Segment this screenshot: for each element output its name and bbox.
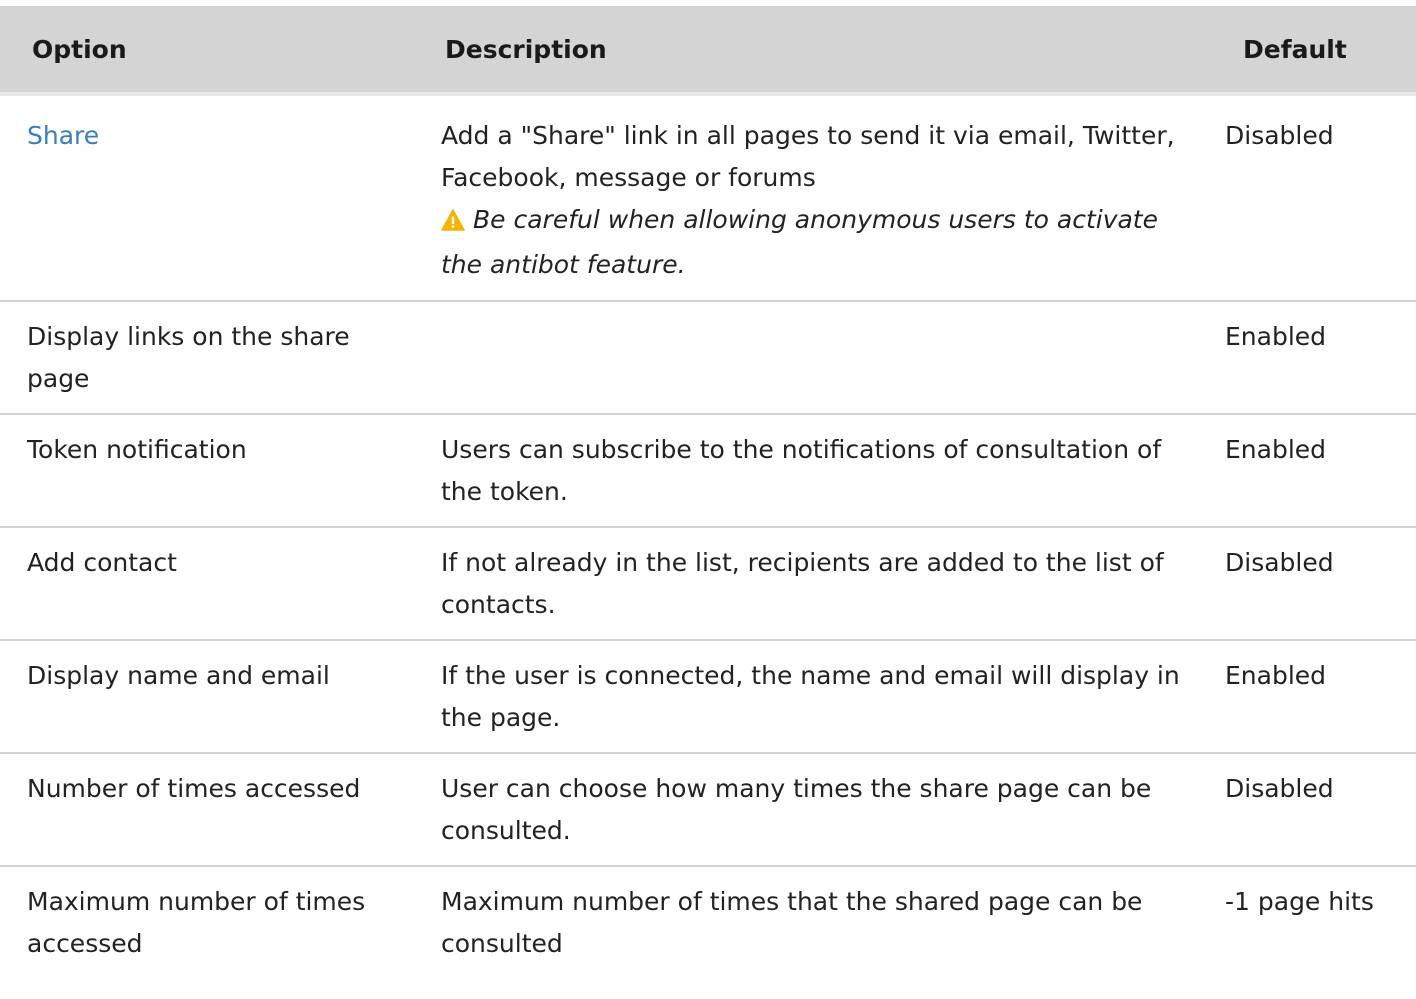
table-row: Display links on the share page Enabled: [0, 301, 1416, 415]
table-row: Token notification Users can subscribe t…: [0, 414, 1416, 528]
option-cell: Number of times accessed: [0, 753, 413, 867]
default-cell: Enabled: [1211, 414, 1416, 528]
default-cell: Disabled: [1211, 527, 1416, 641]
description-cell: Users can subscribe to the notifications…: [413, 414, 1211, 528]
share-link[interactable]: Share: [27, 121, 99, 150]
description-cell: If the user is connected, the name and e…: [413, 640, 1211, 754]
description-cell: User can choose how many times the share…: [413, 753, 1211, 867]
options-table-container: Option Description Default Share Add a "…: [0, 6, 1416, 978]
default-cell: Disabled: [1211, 753, 1416, 867]
table-header-row: Option Description Default: [0, 6, 1416, 96]
option-cell: Maximum number of times accessed: [27, 887, 366, 958]
option-cell: Token notification: [0, 414, 413, 528]
default-cell: -1 page hits: [1225, 887, 1374, 916]
description-cell: Add a "Share" link in all pages to send …: [413, 94, 1211, 302]
table-row: Share Add a "Share" link in all pages to…: [0, 94, 1416, 302]
description-text: Add a "Share" link in all pages to send …: [441, 121, 1175, 192]
header-description: Description: [413, 6, 1211, 96]
option-cell: Display name and email: [0, 640, 413, 754]
warning-note: Be careful when allowing anonymous users…: [441, 199, 1195, 286]
option-cell: Display links on the share page: [0, 301, 413, 415]
header-default: Default: [1211, 6, 1416, 96]
default-cell: Disabled: [1211, 94, 1416, 302]
table-row: Number of times accessed User can choose…: [0, 753, 1416, 867]
warning-text: Be careful when allowing anonymous users…: [441, 205, 1158, 279]
description-cell: [413, 301, 1211, 415]
description-cell: If not already in the list, recipients a…: [413, 527, 1211, 641]
warning-icon: [441, 202, 465, 244]
option-cell: Share: [0, 94, 413, 302]
header-option: Option: [0, 6, 413, 96]
table-row: Maximum number of times accessed Maximum…: [0, 866, 1416, 978]
default-cell: Enabled: [1211, 640, 1416, 754]
options-table: Option Description Default Share Add a "…: [0, 6, 1416, 978]
description-cell: Maximum number of times that the shared …: [441, 887, 1143, 958]
default-cell: Enabled: [1211, 301, 1416, 415]
table-row: Display name and email If the user is co…: [0, 640, 1416, 754]
option-cell: Add contact: [0, 527, 413, 641]
table-row: Add contact If not already in the list, …: [0, 527, 1416, 641]
